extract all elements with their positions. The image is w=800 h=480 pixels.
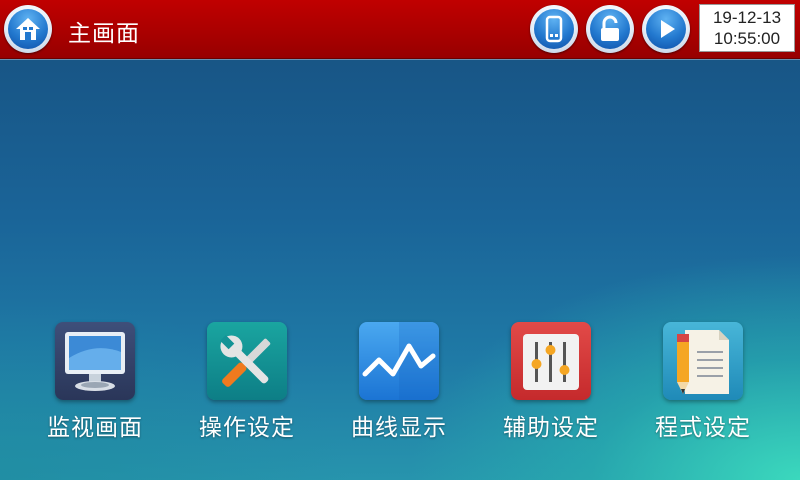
menu-item-operation-settings[interactable]: 操作设定 <box>177 322 317 442</box>
date-text: 19-12-13 <box>712 8 782 27</box>
unlock-button[interactable] <box>586 5 634 53</box>
menu-item-label: 辅助设定 <box>503 415 599 441</box>
menu-item-label: 监视画面 <box>47 415 143 441</box>
sliders-icon <box>511 322 591 400</box>
curve-chart-icon <box>359 322 439 400</box>
page-title: 主画面 <box>68 21 140 47</box>
usb-button[interactable] <box>530 5 578 53</box>
tools-icon <box>207 322 287 400</box>
top-bar: 主画面 19-12-13 10:55:00 <box>0 0 800 59</box>
menu-item-program-settings[interactable]: 程式设定 <box>633 322 773 442</box>
menu-item-label: 程式设定 <box>655 415 751 441</box>
time-text: 10:55:00 <box>713 29 781 48</box>
play-button[interactable] <box>642 5 690 53</box>
unlock-icon <box>601 15 619 41</box>
menu-item-curve-display[interactable]: 曲线显示 <box>329 322 469 442</box>
document-pencil-icon <box>663 322 743 400</box>
menu-item-label: 操作设定 <box>199 415 295 441</box>
datetime-display: 19-12-13 10:55:00 <box>699 4 795 52</box>
home-button[interactable] <box>4 5 52 53</box>
menu-item-label: 曲线显示 <box>351 415 447 441</box>
menu-item-monitor[interactable]: 监视画面 <box>25 322 165 442</box>
usb-icon <box>545 15 563 43</box>
monitor-icon <box>55 322 135 400</box>
home-icon <box>16 18 40 40</box>
play-icon <box>661 20 675 38</box>
menu-item-auxiliary-settings[interactable]: 辅助设定 <box>481 322 621 442</box>
